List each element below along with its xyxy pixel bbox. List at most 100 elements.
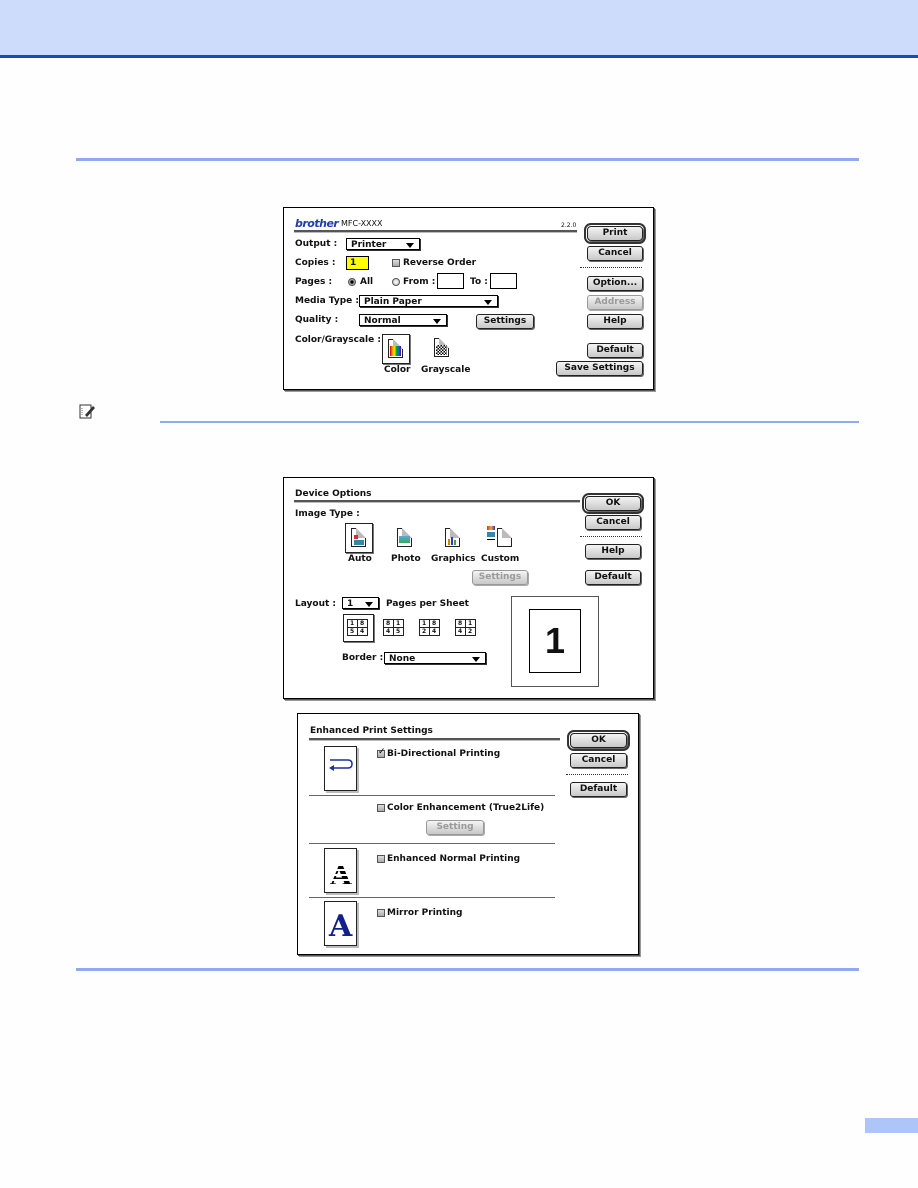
color-grayscale-label: Color/Grayscale : <box>295 335 381 345</box>
image-type-graphics-label: Graphics <box>431 554 476 564</box>
layout-order-4-button[interactable]: 81 42 <box>455 619 476 636</box>
image-settings-button[interactable]: Settings <box>472 570 528 585</box>
image-type-auto-label: Auto <box>348 554 372 564</box>
reverse-order-checkbox[interactable] <box>392 259 400 267</box>
color-option-label: Color <box>384 365 411 375</box>
color-enhancement-label: Color Enhancement (True2Life) <box>387 803 545 813</box>
enhanced-normal-thumbnail: A <box>324 848 357 893</box>
color-document-icon <box>388 339 403 358</box>
color-enhancement-setting-button[interactable]: Setting <box>426 820 484 835</box>
output-label: Output : <box>295 239 338 249</box>
page-header-band <box>0 0 918 55</box>
pages-all-label: All <box>360 277 374 287</box>
mirror-printing-checkbox[interactable] <box>377 909 385 917</box>
border-select[interactable]: None <box>384 652 486 664</box>
button-separator <box>566 774 628 775</box>
chevron-down-icon <box>472 657 480 662</box>
copies-label: Copies : <box>295 258 336 268</box>
image-type-custom-label: Custom <box>481 554 520 564</box>
quality-settings-button[interactable]: Settings <box>476 314 534 329</box>
image-type-photo-label: Photo <box>391 554 421 564</box>
ok-button[interactable]: OK <box>567 730 630 751</box>
border-label: Border : <box>342 653 384 663</box>
auto-image-icon <box>351 528 366 547</box>
quality-label: Quality : <box>295 315 339 325</box>
pages-label: Pages : <box>295 277 333 287</box>
striped-a-icon: A <box>330 859 352 892</box>
bidirectional-checkbox[interactable] <box>377 747 386 758</box>
button-separator <box>580 536 642 537</box>
print-button[interactable]: Print <box>584 223 646 244</box>
device-options-dialog: Device Options Image Type : Auto Photo G… <box>283 477 654 699</box>
pages-to-label: To : <box>470 277 488 287</box>
save-settings-button[interactable]: Save Settings <box>556 361 643 376</box>
color-option-button[interactable] <box>382 334 410 364</box>
help-button[interactable]: Help <box>585 544 641 559</box>
media-type-select[interactable]: Plain Paper <box>359 295 498 307</box>
layout-value: 1 <box>347 599 354 609</box>
reverse-order-label: Reverse Order <box>403 258 477 268</box>
layout-label: Layout : <box>295 599 337 609</box>
blue-a-icon: A <box>329 909 353 944</box>
default-button[interactable]: Default <box>570 782 627 797</box>
pages-per-sheet-label: Pages per Sheet <box>386 599 469 609</box>
layout-preview-page: 1 <box>529 609 581 673</box>
cancel-button[interactable]: Cancel <box>585 515 641 530</box>
image-type-auto-button[interactable] <box>345 523 373 553</box>
layout-order-1-button[interactable]: 18 54 <box>343 614 374 642</box>
grayscale-option-label: Grayscale <box>421 365 471 375</box>
pages-from-label: From : <box>403 277 436 287</box>
option-button[interactable]: Option... <box>587 276 643 291</box>
ok-button[interactable]: OK <box>582 493 644 514</box>
pencil-note-icon <box>78 402 96 420</box>
chevron-down-icon <box>484 300 492 305</box>
option-separator <box>309 795 555 796</box>
cancel-button[interactable]: Cancel <box>587 246 643 261</box>
pages-to-input[interactable] <box>490 273 517 289</box>
layout-order-3-button[interactable]: 18 24 <box>419 619 440 636</box>
custom-image-icon[interactable] <box>487 526 512 547</box>
layout-order-2-button[interactable]: 81 45 <box>383 619 404 636</box>
model-name: MFC-XXXX <box>341 219 383 228</box>
button-separator <box>580 267 642 268</box>
bidirectional-label: Bi-Directional Printing <box>387 749 501 759</box>
media-type-label: Media Type : <box>295 296 360 306</box>
default-button[interactable]: Default <box>585 570 641 585</box>
layout-preview-frame: 1 <box>511 596 599 687</box>
pages-all-radio[interactable] <box>348 278 356 286</box>
enhanced-normal-checkbox[interactable] <box>377 855 385 863</box>
option-separator <box>309 843 555 844</box>
image-type-label: Image Type : <box>295 509 360 519</box>
section-rule-bottom <box>76 968 859 971</box>
pages-from-radio[interactable] <box>392 278 400 286</box>
page-header-line <box>0 55 918 58</box>
help-button[interactable]: Help <box>587 314 643 329</box>
section-rule-top <box>76 158 859 161</box>
photo-image-icon[interactable] <box>397 528 412 547</box>
media-type-value: Plain Paper <box>364 297 422 307</box>
chevron-down-icon <box>406 243 414 248</box>
graphics-image-icon[interactable] <box>445 528 460 547</box>
version-label: 2.2.0 <box>561 222 577 229</box>
enhanced-normal-label: Enhanced Normal Printing <box>387 854 521 864</box>
copies-input[interactable]: 1 <box>346 256 369 270</box>
mirror-printing-label: Mirror Printing <box>387 908 463 918</box>
bidirectional-thumbnail <box>324 746 357 791</box>
option-separator <box>309 897 555 898</box>
enhanced-print-dialog: Enhanced Print Settings Bi-Directional P… <box>297 713 639 955</box>
title-separator <box>294 500 580 503</box>
chevron-down-icon <box>433 319 441 324</box>
enhanced-print-title: Enhanced Print Settings <box>310 726 433 736</box>
mirror-printing-thumbnail: A <box>324 901 357 946</box>
color-enhancement-checkbox[interactable] <box>377 804 385 812</box>
default-button[interactable]: Default <box>587 343 643 358</box>
cancel-button[interactable]: Cancel <box>570 753 627 768</box>
grayscale-document-icon[interactable] <box>434 338 449 357</box>
print-dialog: brother MFC-XXXX 2.2.0 Output : Printer … <box>283 207 654 390</box>
output-select[interactable]: Printer <box>346 238 420 250</box>
address-button[interactable]: Address <box>587 295 643 310</box>
quality-select[interactable]: Normal <box>359 314 447 326</box>
pages-from-input[interactable] <box>437 273 464 289</box>
title-separator <box>309 738 560 741</box>
layout-select[interactable]: 1 <box>342 597 379 609</box>
